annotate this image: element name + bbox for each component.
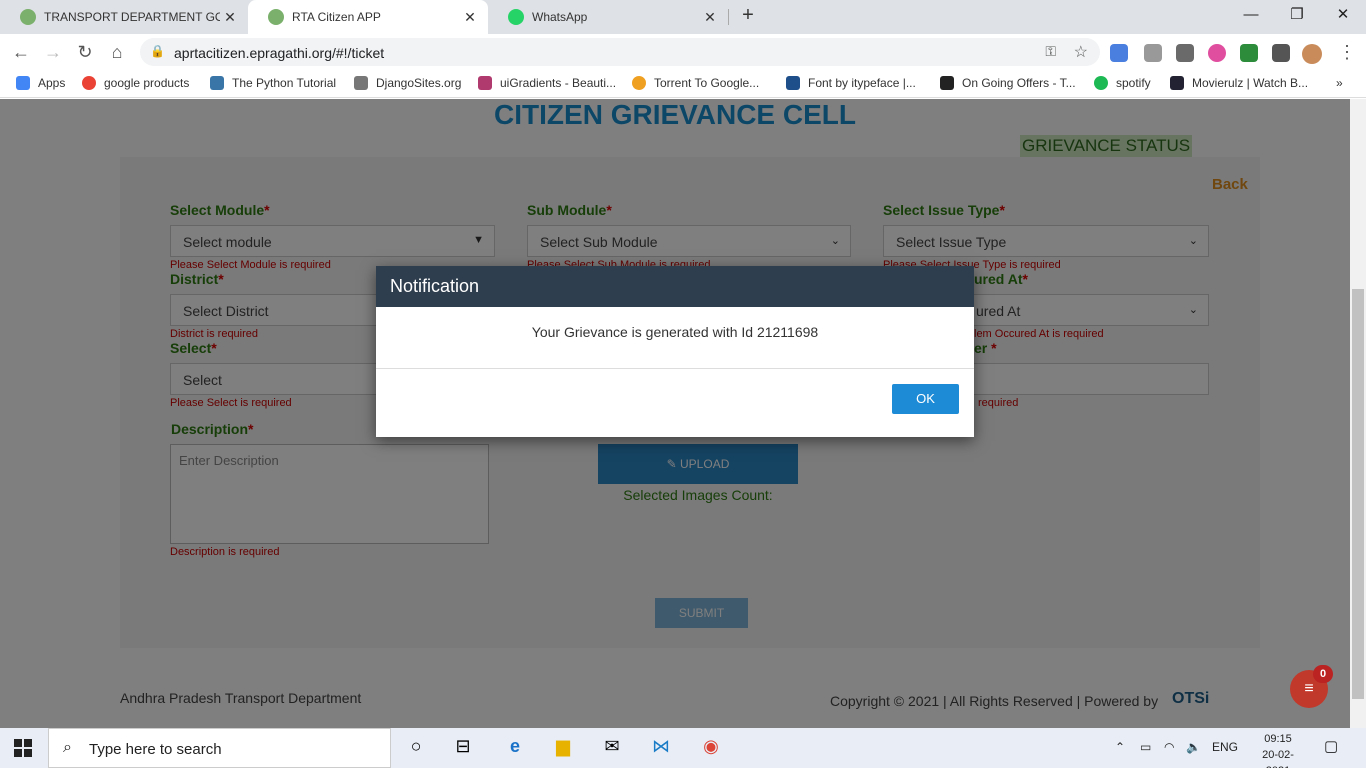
close-icon[interactable]: ✕ [220,9,240,26]
dialog-title: Notification [376,266,974,307]
close-icon[interactable]: ✕ [700,9,720,26]
tab-transport-department[interactable]: TRANSPORT DEPARTMENT GOVE ✕ [0,0,248,34]
bookmark-djangosites[interactable]: DjangoSites.org [354,76,461,90]
bookmark-label: The Python Tutorial [232,76,337,90]
chat-badge: 0 [1313,665,1333,683]
page-scrollbar[interactable] [1350,99,1366,728]
dialog-divider [376,368,974,369]
bookmark-uigradients[interactable]: uiGradients - Beauti... [478,76,616,90]
android-extension-icon[interactable] [1240,44,1258,62]
bookmark-label: google products [104,76,190,90]
tab-label: WhatsApp [532,10,588,24]
tab-separator [728,9,729,25]
puzzle-extensions-icon[interactable] [1272,44,1290,62]
bookmark-label: Movierulz | Watch B... [1192,76,1309,90]
bookmark-python-tutorial[interactable]: The Python Tutorial [210,76,336,90]
forward-icon[interactable]: → [40,40,66,64]
bookmarks-bar: Apps google products The Python Tutorial… [0,70,1366,98]
dialog-message: Your Grievance is generated with Id 2121… [531,324,819,340]
profile-avatar[interactable] [1302,44,1322,64]
vscode-icon[interactable]: ⋈ [648,736,674,760]
bookmark-label: spotify [1116,76,1151,90]
bookmark-label: Font by itypeface |... [808,76,916,90]
bookmark-star-icon[interactable]: ☆ [1074,42,1088,62]
movierulz-icon [1170,76,1184,90]
edge-icon[interactable]: e [502,736,528,760]
itypeface-icon [786,76,800,90]
whatsapp-icon [508,9,524,25]
tab-whatsapp[interactable]: WhatsApp ✕ [488,0,728,34]
camera-extension-icon[interactable] [1144,44,1162,62]
folder-icon [354,76,368,90]
favicon-icon [268,9,284,25]
taskbar-search-text: Type here to search [89,741,222,758]
bookmark-on-going-offers[interactable]: On Going Offers - T... [940,76,1076,90]
windows-taskbar: ⌕ Type here to search ○ ⊟ e ▆ ✉ ⋈ ◉ ⌃ ▭ … [0,728,1366,768]
address-bar[interactable]: 🔒 aprtacitizen.epragathi.org/#!/ticket ⚿… [140,38,1100,66]
search-icon: ⌕ [63,739,72,756]
file-explorer-icon[interactable]: ▆ [550,736,576,760]
color-wheel-extension-icon[interactable] [1208,44,1226,62]
task-view-icon[interactable]: ⊟ [450,736,476,760]
favicon-icon [20,9,36,25]
battery-icon[interactable]: ▭ [1140,740,1151,754]
taskbar-clock[interactable]: 09:15 20-02-2021 [1250,731,1306,768]
mail-icon[interactable]: ✉ [599,736,625,760]
translate-extension-icon[interactable] [1110,44,1128,62]
browser-tab-strip: TRANSPORT DEPARTMENT GOVE ✕ RTA Citizen … [0,0,1366,34]
notification-dialog: Notification Your Grievance is generated… [376,266,974,437]
volume-icon[interactable]: 🔈 [1186,740,1201,754]
bookmark-spotify[interactable]: spotify [1094,76,1151,90]
clock-date: 20-02-2021 [1262,749,1294,768]
reload-icon[interactable]: ↻ [72,40,98,64]
lock-icon: 🔒 [150,44,165,58]
menu-kebab-icon[interactable]: ⋮ [1334,40,1360,64]
language-indicator[interactable]: ENG [1212,740,1238,754]
bookmark-google-products[interactable]: google products [82,76,189,90]
address-url[interactable]: aprtacitizen.epragathi.org/#!/ticket [174,45,384,61]
bookmark-label: On Going Offers - T... [962,76,1076,90]
chrome-icon[interactable]: ◉ [698,736,724,760]
tab-label: RTA Citizen APP [292,10,381,24]
bookmark-itypeface[interactable]: Font by itypeface |... [786,76,916,90]
torrent-icon [632,76,646,90]
bookmark-apps[interactable]: Apps [16,76,65,90]
minimize-button[interactable]: — [1228,0,1274,32]
browser-toolbar: ← → ↻ ⌂ 🔒 aprtacitizen.epragathi.org/#!/… [0,34,1366,70]
bookmark-movierulz[interactable]: Movierulz | Watch B... [1170,76,1308,90]
chevron-up-icon[interactable]: ⌃ [1115,740,1125,754]
spotify-icon [1094,76,1108,90]
python-icon [210,76,224,90]
wifi-icon[interactable]: ◠ [1164,740,1174,754]
offers-icon [940,76,954,90]
tab-rta-citizen-app[interactable]: RTA Citizen APP ✕ [248,0,488,34]
back-icon[interactable]: ← [8,40,34,64]
tab-label: TRANSPORT DEPARTMENT GOVE [44,10,220,24]
key-icon[interactable]: ⚿ [1045,43,1056,60]
bookmarks-overflow-icon[interactable]: » [1336,76,1343,90]
window-close-button[interactable]: ✕ [1320,0,1366,32]
new-tab-button[interactable]: + [736,4,760,30]
ok-button[interactable]: OK [892,384,959,414]
taskbar-search-box[interactable]: ⌕ Type here to search [48,728,391,768]
windows-start-icon[interactable] [14,739,32,757]
close-icon[interactable]: ✕ [460,9,480,26]
bookmark-torrent-to-google[interactable]: Torrent To Google... [632,76,759,90]
notification-center-icon[interactable]: ▢ [1324,737,1338,755]
bookmark-label: uiGradients - Beauti... [500,76,617,90]
uigradients-icon [478,76,492,90]
scrollbar-thumb[interactable] [1352,289,1364,699]
eyedropper-extension-icon[interactable] [1176,44,1194,62]
cortana-icon[interactable]: ○ [403,736,429,760]
restore-button[interactable]: ❐ [1274,0,1320,32]
bookmark-label: DjangoSites.org [376,76,462,90]
apps-grid-icon [16,76,30,90]
google-icon [82,76,96,90]
web-page: CITIZEN GRIEVANCE CELL GRIEVANCE STATUS … [0,99,1350,728]
bookmark-label: Apps [38,76,66,90]
home-icon[interactable]: ⌂ [104,40,130,64]
clock-time: 09:15 [1264,733,1292,745]
bookmark-label: Torrent To Google... [654,76,760,90]
